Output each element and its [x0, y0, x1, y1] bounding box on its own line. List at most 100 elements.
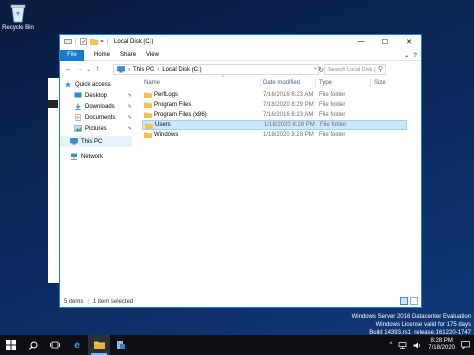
folder-icon	[144, 112, 152, 118]
selection-count: 1 item selected	[92, 298, 134, 305]
forward-button[interactable]: →	[74, 66, 85, 73]
clock[interactable]: 8:28 PM 7/18/2020	[428, 338, 455, 352]
quick-access-toolbar: | = |	[60, 38, 108, 45]
sidebar-item-this-pc[interactable]: This PC	[60, 136, 132, 147]
network-tray-icon[interactable]	[398, 341, 407, 349]
search-placeholder: Search Local Disk (C:)	[328, 66, 376, 73]
navigation-pane: Quick access Desktop ✎ Downloads ✎ Docum…	[60, 78, 136, 298]
large-icons-view-icon[interactable]	[410, 297, 418, 305]
table-row[interactable]: Program Files 7/18/2020 8:29 PM File fol…	[142, 100, 407, 110]
sidebar-item-desktop[interactable]: Desktop ✎	[60, 90, 132, 101]
column-header-name[interactable]: Name	[144, 77, 160, 88]
pin-icon: ✎	[127, 92, 132, 99]
tab-share[interactable]: Share	[120, 52, 136, 58]
new-folder-icon[interactable]	[89, 38, 98, 45]
sidebar-item-label: Quick access	[75, 81, 111, 88]
file-date: 1/18/2020 8:28 PM	[264, 122, 315, 128]
search-input[interactable]: Search Local Disk (C:) ⚲	[324, 64, 386, 75]
desktop-icon	[74, 92, 82, 98]
table-row[interactable]: Program Files (x86) 7/16/2016 6:23 AM Fi…	[142, 110, 407, 120]
explorer-window[interactable]: | = | Local Disk (C:) — ☐ ✕ File Home Sh…	[59, 34, 422, 308]
notifications-icon[interactable]	[461, 341, 470, 349]
sidebar-item-label: This PC	[81, 138, 103, 145]
sidebar-item-network[interactable]: Network	[60, 151, 132, 162]
edge-button[interactable]: e	[66, 335, 88, 355]
column-divider[interactable]	[260, 78, 261, 87]
clock-time: 8:28 PM	[430, 338, 453, 344]
column-header-date-modified[interactable]: Date modified	[263, 77, 300, 88]
edge-icon: e	[74, 339, 80, 351]
qat-separator: |	[106, 38, 109, 45]
pictures-icon	[74, 125, 82, 132]
search-button[interactable]	[22, 335, 44, 355]
file-type: File folder	[319, 92, 346, 98]
file-explorer-taskbar-button[interactable]	[88, 335, 110, 355]
recent-locations-icon[interactable]: ⌄	[85, 67, 92, 73]
system-tray: ^ 8:28 PM 7/18/2020	[389, 335, 470, 355]
ribbon-right-controls: ⌄ ?	[404, 50, 417, 61]
sidebar-item-documents[interactable]: Documents ✎	[60, 112, 132, 123]
minimize-button[interactable]: —	[349, 35, 373, 48]
sort-indicator-icon: ^	[222, 75, 225, 81]
folder-icon	[144, 102, 152, 108]
search-icon: ⚲	[377, 66, 383, 73]
download-icon	[75, 103, 81, 110]
watermark-license: Windows License valid for 175 days	[375, 322, 471, 328]
computer-icon	[117, 66, 125, 73]
qat-dropdown-icon[interactable]: =	[101, 39, 104, 45]
server-manager-button[interactable]	[110, 335, 132, 355]
address-bar[interactable]: › This PC › Local Disk (C:)	[113, 64, 319, 75]
properties-icon[interactable]	[79, 38, 87, 45]
network-icon	[71, 153, 77, 160]
recycle-bin-icon	[9, 3, 27, 23]
details-view-icon[interactable]	[400, 297, 408, 305]
column-header-size[interactable]: Size	[374, 77, 386, 88]
file-type: File folder	[320, 122, 347, 128]
table-row-selected[interactable]: Users 1/18/2020 8:28 PM File folder	[142, 120, 407, 130]
sidebar-item-pictures[interactable]: Pictures ✎	[60, 123, 132, 134]
pin-icon: ✎	[127, 125, 132, 132]
tray-expand-icon[interactable]: ^	[389, 342, 392, 348]
folder-icon	[144, 132, 152, 138]
expand-ribbon-icon[interactable]: ⌄	[404, 52, 409, 59]
breadcrumb-local-disk[interactable]: Local Disk (C:)	[162, 67, 201, 73]
column-divider[interactable]	[315, 78, 316, 87]
volume-icon[interactable]	[413, 342, 422, 349]
column-divider[interactable]	[370, 78, 371, 87]
sidebar-item-label: Network	[81, 153, 104, 160]
title-bar[interactable]: | = | Local Disk (C:) — ☐ ✕	[60, 35, 421, 48]
help-icon[interactable]: ?	[413, 53, 417, 59]
file-name: Users	[155, 122, 171, 128]
sidebar-item-quick-access[interactable]: Quick access	[60, 79, 132, 90]
breadcrumb-separator: ›	[128, 66, 130, 73]
os-watermark: Windows Server 2016 Datacenter Evaluatio…	[352, 313, 471, 337]
file-type: File folder	[319, 112, 346, 118]
sidebar-item-label: Documents	[85, 114, 116, 121]
up-button[interactable]: ↑	[92, 66, 103, 73]
close-button[interactable]: ✕	[397, 35, 421, 48]
maximize-button[interactable]: ☐	[373, 35, 397, 48]
table-row[interactable]: PerfLogs 7/16/2016 6:23 AM File folder	[142, 90, 407, 100]
breadcrumb-this-pc[interactable]: This PC	[133, 67, 154, 73]
column-header-type[interactable]: Type	[319, 77, 332, 88]
tab-view[interactable]: View	[146, 52, 159, 58]
sidebar-item-label: Pictures	[85, 125, 107, 132]
folder-icon	[145, 123, 153, 129]
recycle-bin-desktop-icon[interactable]: Recycle Bin	[2, 3, 34, 31]
table-row[interactable]: Windows 1/18/2020 8:28 PM File folder	[142, 130, 407, 140]
file-date: 7/18/2020 8:29 PM	[263, 102, 314, 108]
clock-date: 7/18/2020	[428, 345, 455, 351]
computer-icon	[70, 138, 78, 145]
start-button[interactable]	[0, 335, 22, 355]
back-button[interactable]: ←	[63, 66, 74, 73]
recycle-bin-label: Recycle Bin	[2, 25, 34, 31]
windows-logo-icon	[6, 340, 16, 350]
task-view-button[interactable]	[44, 335, 66, 355]
address-row: ← → ⌄ ↑ › This PC › Local Disk (C:) ⌄ ↻ …	[60, 63, 421, 76]
tab-home[interactable]: Home	[94, 52, 110, 58]
search-icon	[28, 341, 37, 350]
sidebar-item-label: Downloads	[85, 103, 115, 110]
tab-file[interactable]: File	[60, 49, 84, 61]
taskbar: e ^ 8:28 PM 7/18/2020	[0, 335, 474, 355]
sidebar-item-downloads[interactable]: Downloads ✎	[60, 101, 132, 112]
